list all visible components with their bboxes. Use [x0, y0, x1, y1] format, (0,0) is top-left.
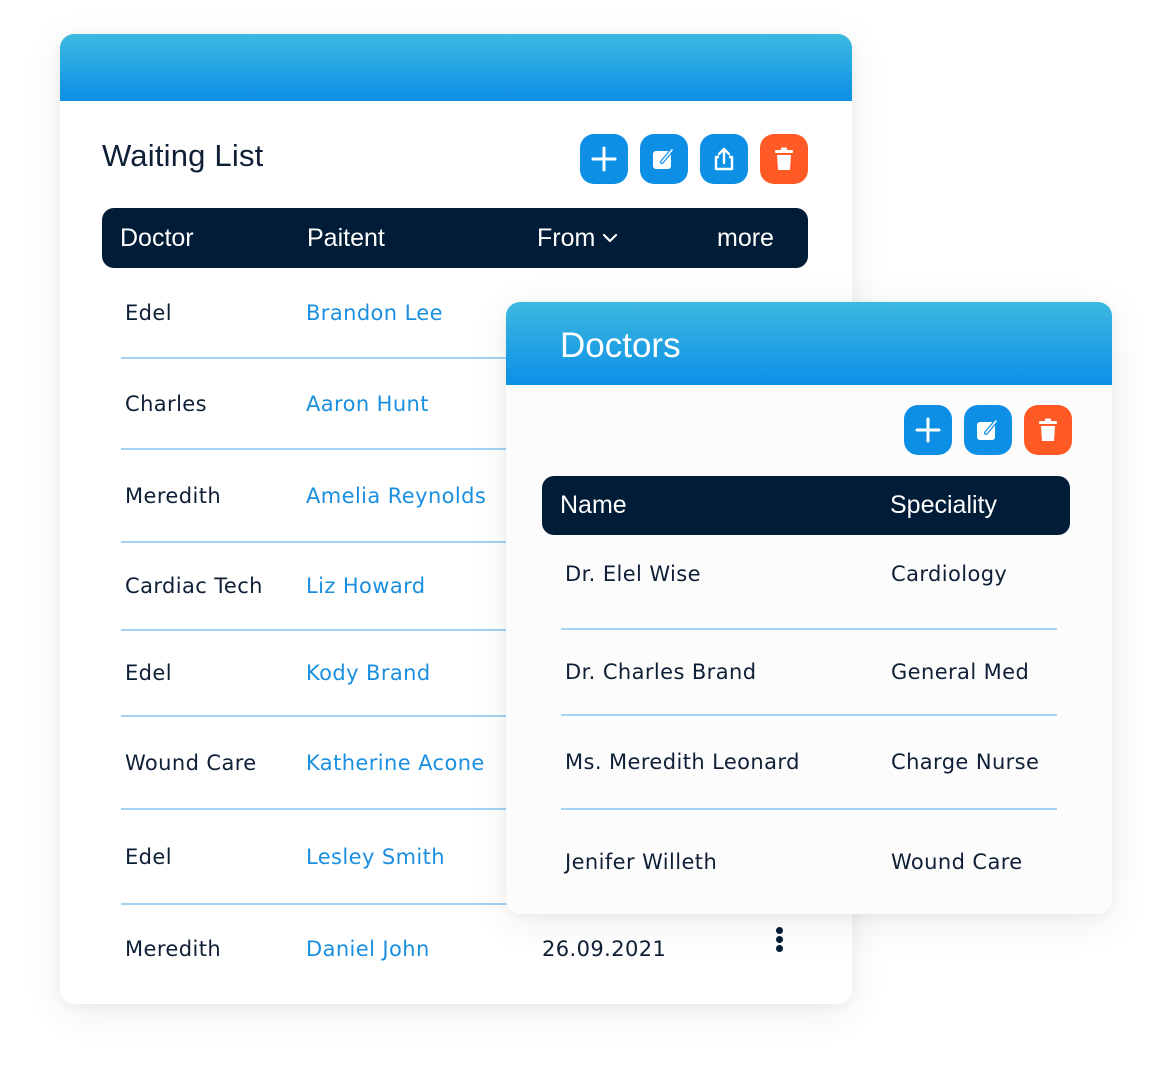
column-header-doctor[interactable]: Doctor: [120, 224, 194, 253]
column-header-more[interactable]: more: [717, 224, 774, 253]
waiting-list-title: Waiting List: [102, 138, 264, 173]
edit-icon: [653, 148, 674, 169]
patient-link[interactable]: Brandon Lee: [306, 301, 443, 325]
speciality-cell: General Med: [891, 660, 1030, 684]
table-row[interactable]: Dr. Charles Brand General Med: [561, 630, 1057, 716]
doctors-header-bar: Doctors: [506, 302, 1112, 385]
trash-icon: [1039, 418, 1057, 441]
doctor-cell: Meredith: [125, 937, 222, 961]
edit-icon: [977, 419, 998, 440]
column-header-from[interactable]: From: [537, 224, 619, 253]
patient-link[interactable]: Kody Brand: [306, 661, 431, 685]
chevron-down-icon: [603, 233, 618, 243]
doctor-cell: Edel: [125, 300, 172, 325]
plus-icon: [591, 146, 617, 172]
delete-button[interactable]: [760, 134, 808, 184]
column-header-from-label: From: [537, 223, 596, 252]
date-cell: 26.09.2021: [542, 937, 667, 961]
speciality-cell: Wound Care: [891, 850, 1023, 874]
doctors-rows: Dr. Elel Wise Cardiology Dr. Charles Bra…: [561, 535, 1057, 914]
doctor-name-cell: Dr. Elel Wise: [565, 562, 701, 587]
patient-link[interactable]: Daniel John: [306, 937, 430, 961]
table-row[interactable]: Dr. Elel Wise Cardiology: [561, 535, 1057, 630]
doctors-toolbar: [904, 405, 1072, 455]
plus-icon: [915, 417, 941, 443]
table-row[interactable]: Ms. Meredith Leonard Charge Nurse: [561, 716, 1057, 810]
waiting-list-header-bar: [60, 34, 852, 101]
doctors-title: Doctors: [560, 326, 681, 365]
waiting-list-table-header: Doctor Paitent From more: [102, 208, 808, 268]
edit-doctor-button[interactable]: [964, 405, 1012, 455]
patient-link[interactable]: Aaron Hunt: [306, 392, 429, 416]
doctor-name-cell: Dr. Charles Brand: [565, 660, 757, 684]
waiting-list-toolbar: [580, 134, 808, 184]
share-button[interactable]: [700, 134, 748, 184]
column-header-name[interactable]: Name: [560, 491, 627, 520]
patient-link[interactable]: Amelia Reynolds: [306, 484, 486, 508]
doctor-cell: Edel: [125, 661, 172, 685]
more-options-icon[interactable]: [773, 925, 785, 955]
doctor-name-cell: Ms. Meredith Leonard: [565, 750, 800, 774]
table-row[interactable]: Meredith Daniel John 26.09.2021: [121, 905, 851, 993]
delete-doctor-button[interactable]: [1024, 405, 1072, 455]
edit-button[interactable]: [640, 134, 688, 184]
speciality-cell: Charge Nurse: [891, 750, 1040, 774]
add-button[interactable]: [580, 134, 628, 184]
share-icon: [714, 147, 734, 171]
trash-icon: [775, 147, 793, 170]
doctor-name-cell: Jenifer Willeth: [565, 850, 718, 874]
doctors-card: Doctors Name Speciality Dr. Elel Wise Ca…: [506, 302, 1112, 914]
patient-link[interactable]: Liz Howard: [306, 574, 426, 598]
add-doctor-button[interactable]: [904, 405, 952, 455]
column-header-speciality[interactable]: Speciality: [890, 491, 997, 520]
doctor-cell: Meredith: [125, 483, 222, 508]
doctor-cell: Cardiac Tech: [125, 574, 263, 598]
doctor-cell: Charles: [125, 391, 207, 416]
column-header-patient[interactable]: Paitent: [307, 224, 385, 253]
doctor-cell: Edel: [125, 844, 172, 869]
speciality-cell: Cardiology: [891, 562, 1008, 587]
doctors-table-header: Name Speciality: [542, 476, 1070, 535]
table-row[interactable]: Jenifer Willeth Wound Care: [561, 810, 1057, 914]
patient-link[interactable]: Lesley Smith: [306, 845, 445, 869]
doctor-cell: Wound Care: [125, 750, 257, 775]
patient-link[interactable]: Katherine Acone: [306, 751, 485, 775]
